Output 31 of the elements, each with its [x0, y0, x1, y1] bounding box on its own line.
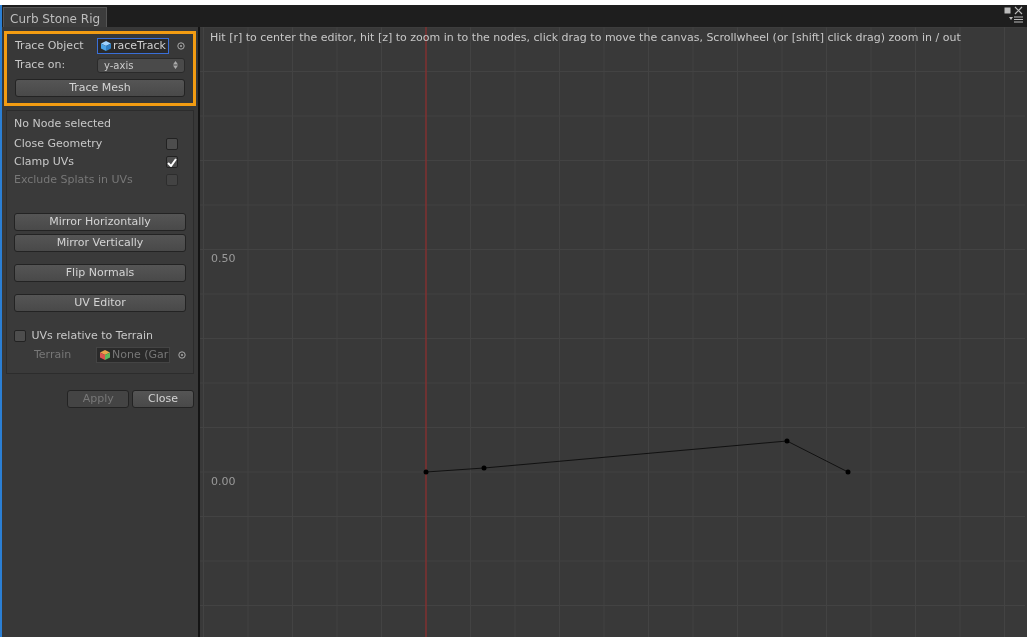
action-button[interactable]: UV Editor	[14, 293, 186, 312]
axis-dropdown[interactable]: y-axis	[97, 57, 185, 73]
updown-icon	[173, 61, 178, 69]
field-label: Terrain	[34, 346, 73, 363]
action-button[interactable]: Flip Normals	[14, 263, 186, 282]
status-text: No Node selected	[14, 115, 113, 132]
option-label: UVs relative to Terrain	[31, 327, 154, 344]
menu-icon[interactable]	[1009, 16, 1023, 23]
terrain-field: None (Gar	[96, 347, 170, 363]
cube-icon	[101, 41, 111, 51]
option-label: Clamp UVs	[14, 153, 74, 170]
field-label: Trace Object	[15, 37, 85, 54]
picker-icon[interactable]	[178, 351, 186, 359]
trace-mesh-button[interactable]: Trace Mesh	[15, 78, 185, 97]
object-field[interactable]: raceTrack	[97, 38, 169, 54]
picker-icon[interactable]	[177, 42, 185, 50]
axis-label: 0.50	[211, 253, 236, 264]
axis-label: 0.00	[211, 476, 236, 487]
option-label: Exclude Splats in UVs	[14, 171, 133, 188]
hint-text: Hit [r] to center the editor, hit [z] to zoom in to the nodes, click drag to move the canvas, Scrollwheel (or [shift] click drag) zoom in / out	[210, 30, 961, 46]
footer-button[interactable]: Close	[132, 390, 194, 408]
checkbox[interactable]	[166, 156, 178, 168]
close-icon[interactable]	[1014, 6, 1023, 15]
action-button[interactable]: Mirror Vertically	[14, 233, 186, 252]
window-tab[interactable]: Curb Stone Rig	[3, 7, 108, 27]
checkbox[interactable]	[166, 138, 178, 150]
action-button[interactable]: Mirror Horizontally	[14, 213, 186, 231]
option-label: Close Geometry	[14, 135, 103, 152]
maximize-icon[interactable]	[1004, 7, 1012, 14]
cube-icon	[100, 350, 110, 360]
field-label: Trace on:	[15, 56, 67, 73]
